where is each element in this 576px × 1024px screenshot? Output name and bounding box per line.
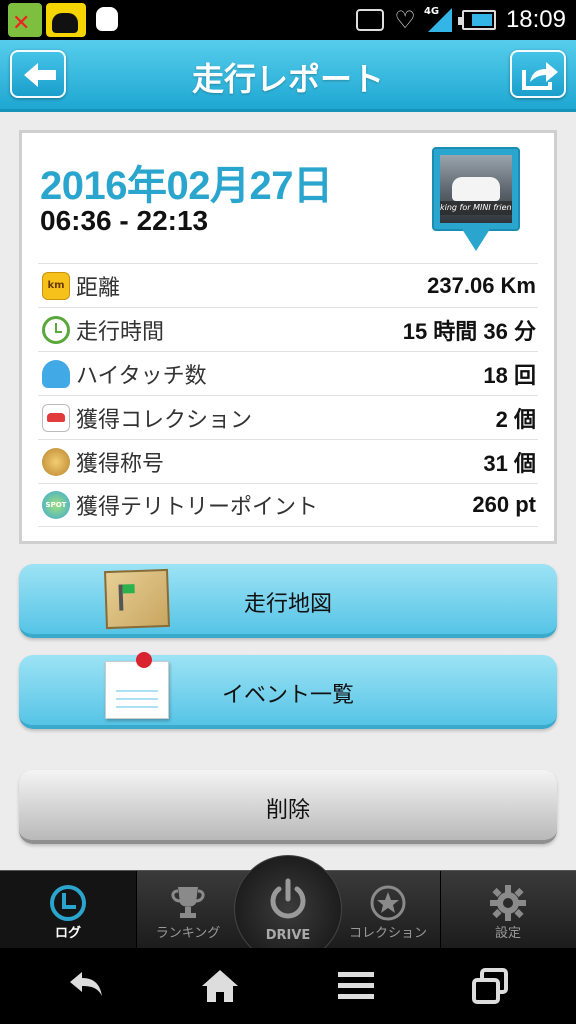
share-icon <box>522 62 558 90</box>
stats-list: km 距離 237.06 Km 走行時間 15 時間 36 分 ハイタッチ数 1… <box>38 263 538 527</box>
car-shape <box>452 177 500 201</box>
delete-label: 削除 <box>265 798 310 823</box>
tab-label: コレクション <box>348 926 427 941</box>
photo-pin[interactable]: king for MINI frien <box>432 147 520 255</box>
nav-menu-button[interactable] <box>336 966 376 1006</box>
stat-label: 距離 <box>76 275 121 301</box>
menu-icon <box>338 972 374 999</box>
hand-icon <box>42 359 70 388</box>
stat-value: 237.06 Km <box>427 272 536 298</box>
car-icon <box>42 403 70 432</box>
photo-frame: king for MINI frien <box>432 147 520 231</box>
photo-caption: king for MINI frien <box>440 201 512 215</box>
stat-label: 獲得コレクション <box>76 407 253 433</box>
tab-label: ログ <box>54 926 81 941</box>
nav-back-button[interactable] <box>66 966 106 1006</box>
report-date: 2016年02月27日 <box>40 164 333 208</box>
tab-collection[interactable]: コレクション <box>336 871 440 949</box>
stat-label: 走行時間 <box>76 319 165 345</box>
page-title: 走行レポート <box>191 60 384 98</box>
recents-icon <box>472 968 508 1004</box>
tab-label: DRIVE <box>265 928 311 943</box>
back-icon <box>70 972 102 996</box>
system-status: ♡ 4G 18:09 <box>356 0 566 40</box>
clock-icon <box>50 885 86 921</box>
qr-icon <box>356 9 385 31</box>
tab-log[interactable]: ログ <box>0 871 136 949</box>
event-list-label: イベント一覧 <box>221 683 354 708</box>
route-map-button[interactable]: 走行地図 <box>19 564 557 638</box>
spot-icon: SPOT <box>42 491 70 519</box>
car-photo: king for MINI frien <box>440 155 512 223</box>
tab-settings[interactable]: 設定 <box>440 871 576 949</box>
stat-row-collection: 獲得コレクション 2 個 <box>38 395 538 439</box>
network-type: 4G <box>423 6 440 17</box>
stat-label: 獲得称号 <box>76 451 165 477</box>
km-icon: km <box>42 271 70 300</box>
trophy-icon <box>171 887 205 918</box>
stat-row-titles: 獲得称号 31 個 <box>38 439 538 483</box>
notification-icons <box>8 3 124 37</box>
stat-value: 15 時間 36 分 <box>402 318 536 344</box>
bottom-tab-bar: ログ ランキング DRIVE コレクション 設定 <box>0 855 576 963</box>
event-list-button[interactable]: イベント一覧 <box>19 652 557 729</box>
tab-label: ランキング <box>155 926 221 941</box>
home-icon <box>202 970 238 1002</box>
pushpin-icon <box>136 652 152 668</box>
pin-tail <box>462 229 490 251</box>
share-button[interactable] <box>510 50 566 98</box>
android-error-icon <box>8 3 42 37</box>
stat-row-drive-time: 走行時間 15 時間 36 分 <box>38 307 538 351</box>
report-time-range: 06:36 - 22:13 <box>40 205 209 236</box>
app-header: 走行レポート <box>0 40 576 112</box>
signal-icon: 4G <box>423 6 452 32</box>
nav-home-button[interactable] <box>200 966 240 1006</box>
stat-value: 31 個 <box>483 450 536 476</box>
battery-icon <box>457 10 496 30</box>
gear-icon <box>490 885 526 921</box>
stat-value: 18 回 <box>483 362 536 388</box>
star-icon <box>370 885 406 921</box>
route-map-label: 走行地図 <box>243 592 332 617</box>
clock-icon <box>42 315 70 344</box>
system-nav-bar <box>0 948 576 1024</box>
delete-button[interactable]: 削除 <box>19 770 557 844</box>
heart-icon: ♡ <box>394 6 416 34</box>
tab-ranking[interactable]: ランキング <box>136 871 240 949</box>
tab-label: 設定 <box>494 926 521 941</box>
dog-icon <box>90 3 124 37</box>
report-card: 2016年02月27日 06:36 - 22:13 king for MINI … <box>19 130 557 544</box>
cat-icon <box>46 3 86 37</box>
stat-value: 260 pt <box>472 492 536 517</box>
nav-recents-button[interactable] <box>470 966 510 1006</box>
power-icon <box>270 878 306 919</box>
stat-label: 獲得テリトリーポイント <box>76 495 319 520</box>
stat-row-distance: km 距離 237.06 Km <box>38 263 538 307</box>
stat-value: 2 個 <box>495 406 536 432</box>
medal-icon <box>42 447 70 476</box>
clock-time: 18:09 <box>505 6 566 33</box>
stat-row-territory: SPOT 獲得テリトリーポイント 260 pt <box>38 483 538 527</box>
stat-label: ハイタッチ数 <box>76 363 207 389</box>
stat-row-high-touch: ハイタッチ数 18 回 <box>38 351 538 395</box>
status-bar: ♡ 4G 18:09 <box>0 0 576 40</box>
tab-drive[interactable]: DRIVE <box>234 855 342 963</box>
